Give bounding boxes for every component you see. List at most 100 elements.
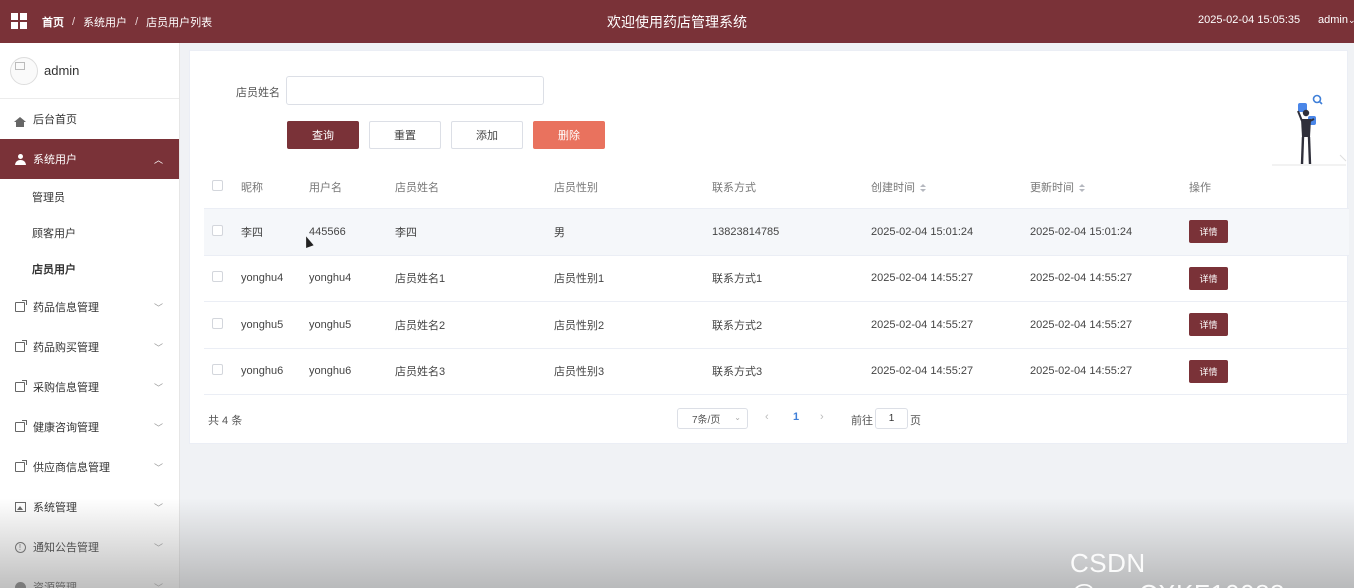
- sidebar-item-label: 资源管理: [33, 582, 77, 588]
- detail-button[interactable]: 详情: [1189, 359, 1228, 383]
- sidebar-item-dashboard[interactable]: 后台首页: [0, 99, 179, 139]
- page-number-current[interactable]: 1: [793, 411, 799, 423]
- sidebar-item-label: 健康咨询管理: [33, 422, 99, 434]
- prev-page-button[interactable]: ‹: [765, 411, 769, 423]
- table-row: 李四 445566 李四 男 13823814785 2025-02-04 15…: [204, 209, 1349, 256]
- sidebar-item-system-manage[interactable]: 系统管理 ﹀: [0, 487, 179, 527]
- detail-button[interactable]: 详情: [1189, 220, 1228, 244]
- column-header-clerk-gender: 店员性别: [554, 181, 598, 194]
- clerk-name-label: 店员姓名: [236, 87, 280, 99]
- cell-contact: 联系方式1: [712, 273, 763, 286]
- column-header-contact: 联系方式: [712, 181, 756, 194]
- query-button[interactable]: 查询: [287, 121, 359, 149]
- sidebar-item-label: 后台首页: [33, 114, 77, 126]
- detail-button[interactable]: 详情: [1189, 266, 1228, 290]
- cell-updated-time: 2025-02-04 14:55:27: [1030, 272, 1133, 285]
- sidebar-username: admin: [44, 63, 80, 78]
- sidebar-item-label: 通知公告管理: [33, 542, 99, 554]
- resource-icon: [14, 581, 26, 588]
- sidebar-subitem-clerk-users[interactable]: 店员用户: [0, 251, 179, 287]
- chevron-down-icon: ⌄: [734, 413, 741, 422]
- cell-nickname: yonghu5: [241, 318, 284, 331]
- chevron-up-icon: ︿: [153, 155, 163, 165]
- cell-username: yonghu5: [309, 318, 352, 331]
- cell-created-time: 2025-02-04 14:55:27: [871, 272, 974, 285]
- row-checkbox[interactable]: [212, 224, 223, 236]
- sidebar-item-label: 供应商信息管理: [33, 462, 110, 474]
- sidebar-item-drug-info[interactable]: 药品信息管理 ﹀: [0, 287, 179, 327]
- column-header-updated-time[interactable]: 更新时间: [1030, 179, 1189, 195]
- cell-contact: 13823814785: [712, 225, 780, 238]
- reset-button[interactable]: 重置: [369, 121, 441, 149]
- sidebar-item-health-consult[interactable]: 健康咨询管理 ﹀: [0, 407, 179, 447]
- cell-clerk-gender: 店员性别1: [554, 273, 605, 286]
- header-username: admin: [1318, 14, 1348, 26]
- column-header-created-time[interactable]: 创建时间: [871, 179, 1030, 195]
- sidebar-item-drug-purchase[interactable]: 药品购买管理 ﹀: [0, 327, 179, 367]
- cell-updated-time: 2025-02-04 15:01:24: [1030, 225, 1133, 238]
- page-size-value: 7条/页: [692, 415, 721, 426]
- watermark-text: CSDN @vx_CXKF10088: [1070, 548, 1285, 588]
- chevron-down-icon: ﹀: [153, 423, 163, 433]
- system-title: 欢迎使用药店管理系统: [607, 14, 747, 30]
- cell-updated-time: 2025-02-04 14:55:27: [1030, 318, 1133, 331]
- home-icon: [14, 116, 26, 127]
- clerk-name-input[interactable]: [286, 76, 544, 105]
- search-illustration: [1272, 94, 1347, 166]
- document-icon: [15, 300, 27, 312]
- cell-updated-time: 2025-02-04 14:55:27: [1030, 365, 1133, 378]
- page-size-select[interactable]: 7条/页 ⌄: [677, 408, 748, 429]
- cell-created-time: 2025-02-04 14:55:27: [871, 365, 974, 378]
- cell-nickname: 李四: [241, 226, 263, 239]
- sidebar-subitem-admin[interactable]: 管理员: [0, 179, 179, 215]
- add-button[interactable]: 添加: [451, 121, 523, 149]
- cell-contact: 联系方式2: [712, 319, 763, 332]
- clerk-user-table: 昵称 用户名 店员姓名 店员性别 联系方式 创建时间 更新时间 操作 李四 44…: [204, 165, 1349, 395]
- cell-clerk-name: 店员姓名2: [395, 319, 446, 332]
- sidebar-item-procurement[interactable]: 采购信息管理 ﹀: [0, 367, 179, 407]
- cell-created-time: 2025-02-04 14:55:27: [871, 318, 974, 331]
- sidebar-item-system-users[interactable]: 系统用户 ︿: [0, 139, 179, 179]
- row-checkbox[interactable]: [212, 317, 223, 329]
- cell-username: yonghu6: [309, 365, 352, 378]
- sidebar-item-label: 系统用户: [33, 154, 77, 166]
- sidebar-item-resource[interactable]: 资源管理 ﹀: [0, 567, 179, 588]
- cell-created-time: 2025-02-04 15:01:24: [871, 225, 974, 238]
- goto-page-input[interactable]: [875, 408, 908, 429]
- sidebar-item-supplier[interactable]: 供应商信息管理 ﹀: [0, 447, 179, 487]
- cell-clerk-gender: 店员性别2: [554, 319, 605, 332]
- table-row: yonghu4 yonghu4 店员姓名1 店员性别1 联系方式1 2025-0…: [204, 256, 1349, 302]
- delete-button[interactable]: 删除: [533, 121, 605, 149]
- row-checkbox[interactable]: [212, 271, 223, 283]
- column-header-actions: 操作: [1189, 181, 1211, 194]
- detail-button[interactable]: 详情: [1189, 313, 1228, 337]
- cell-nickname: yonghu6: [241, 365, 284, 378]
- table-row: yonghu6 yonghu6 店员姓名3 店员性别3 联系方式3 2025-0…: [204, 349, 1349, 395]
- cell-username: yonghu4: [309, 272, 352, 285]
- row-checkbox[interactable]: [212, 364, 223, 376]
- cell-nickname: yonghu4: [241, 272, 284, 285]
- table-header: 昵称 用户名 店员姓名 店员性别 联系方式 创建时间 更新时间 操作: [204, 165, 1349, 209]
- sidebar-item-label: 药品购买管理: [33, 342, 99, 354]
- sort-icon[interactable]: [1079, 183, 1085, 192]
- cell-clerk-name: 店员姓名1: [395, 273, 446, 286]
- column-header-nickname: 昵称: [241, 181, 263, 194]
- chevron-down-icon: ﹀: [153, 543, 163, 553]
- main-content-card: 店员姓名 查询 重置 添加 删除 昵称 用户名 店员姓名 店员性别 联系方式 创…: [189, 50, 1349, 444]
- image-icon: [14, 502, 26, 512]
- avatar: [10, 56, 38, 85]
- sidebar-item-notice[interactable]: ! 通知公告管理 ﹀: [0, 527, 179, 567]
- sort-icon[interactable]: [920, 183, 926, 192]
- sidebar-subitem-customer-users[interactable]: 顾客用户: [0, 215, 179, 251]
- column-header-label: 创建时间: [871, 181, 915, 194]
- cell-clerk-gender: 男: [554, 226, 565, 239]
- user-dropdown[interactable]: admin⌄: [1318, 14, 1354, 26]
- user-icon: [15, 154, 26, 165]
- sidebar-item-label: 系统管理: [33, 502, 77, 514]
- select-all-checkbox[interactable]: [212, 179, 223, 191]
- chevron-down-icon: ﹀: [153, 583, 163, 588]
- sidebar-user: admin: [0, 43, 179, 99]
- chevron-down-icon: ⌄: [1347, 15, 1354, 25]
- next-page-button[interactable]: ›: [820, 411, 824, 423]
- sidebar: admin 后台首页 系统用户 ︿ 管理员 顾客用户 店员用户 药品信息管理 ﹀…: [0, 43, 180, 588]
